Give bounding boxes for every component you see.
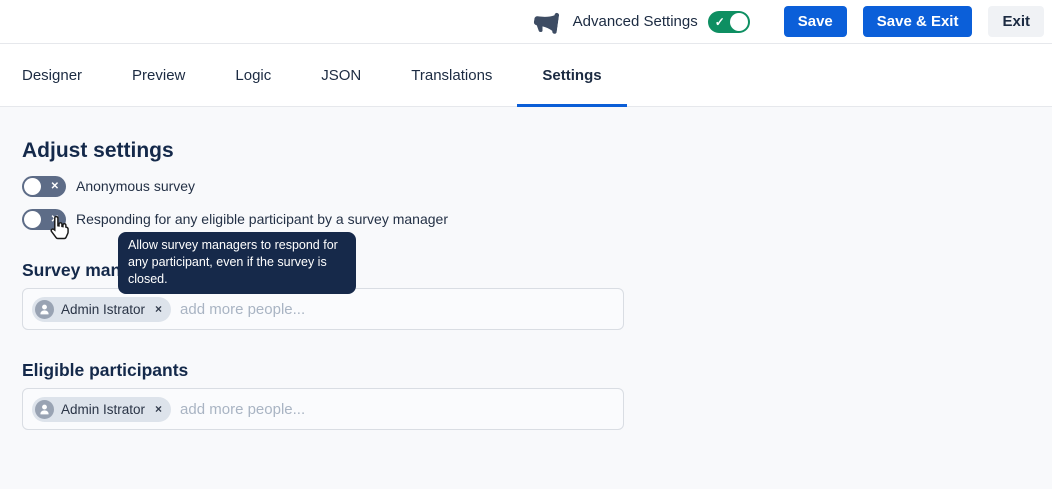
exit-button[interactable]: Exit: [988, 6, 1044, 37]
toggle-knob: [24, 178, 41, 195]
x-icon: ✕: [51, 180, 59, 193]
person-chip: Admin Istrator ×: [32, 297, 171, 322]
tab-json[interactable]: JSON: [296, 44, 386, 106]
eligible-participants-heading: Eligible participants: [22, 360, 1052, 380]
toggle-knob: [730, 13, 748, 31]
check-icon: ✓: [715, 14, 725, 30]
anonymous-survey-label: Anonymous survey: [76, 178, 195, 194]
tab-designer[interactable]: Designer: [0, 44, 107, 106]
advanced-settings-toggle[interactable]: ✓: [708, 11, 750, 33]
anonymous-survey-row: ✕ Anonymous survey: [22, 175, 1052, 197]
tab-translations[interactable]: Translations: [386, 44, 517, 106]
person-name: Admin Istrator: [61, 302, 145, 317]
top-toolbar: Advanced Settings ✓ Save Save & Exit Exi…: [0, 0, 1052, 44]
tab-preview[interactable]: Preview: [107, 44, 210, 106]
person-name: Admin Istrator: [61, 402, 145, 417]
add-people-input[interactable]: [178, 400, 614, 419]
save-and-exit-button[interactable]: Save & Exit: [863, 6, 973, 37]
eligible-participants-input[interactable]: Admin Istrator ×: [22, 388, 624, 430]
toggle-knob: [24, 211, 41, 228]
anonymous-survey-toggle[interactable]: ✕: [22, 176, 66, 197]
tab-logic[interactable]: Logic: [210, 44, 296, 106]
person-chip: Admin Istrator ×: [32, 397, 171, 422]
toggle-tooltip: Allow survey managers to respond for any…: [118, 232, 356, 294]
tab-settings[interactable]: Settings: [517, 44, 626, 106]
advanced-settings-label: Advanced Settings: [573, 13, 698, 30]
manager-responding-toggle[interactable]: ✕: [22, 209, 66, 230]
page-title: Adjust settings: [22, 139, 1052, 163]
add-people-input[interactable]: [178, 300, 614, 319]
tab-bar: Designer Preview Logic JSON Translations…: [0, 44, 1052, 107]
survey-managers-input[interactable]: Admin Istrator ×: [22, 288, 624, 330]
save-button[interactable]: Save: [784, 6, 847, 37]
x-icon: ✕: [51, 213, 59, 226]
megaphone-icon: [531, 7, 561, 37]
person-icon: [35, 400, 54, 419]
remove-person-icon[interactable]: ×: [155, 302, 162, 316]
person-icon: [35, 300, 54, 319]
manager-responding-row: ✕ Responding for any eligible participan…: [22, 208, 1052, 230]
remove-person-icon[interactable]: ×: [155, 402, 162, 416]
manager-responding-label: Responding for any eligible participant …: [76, 211, 448, 227]
active-tab-underline: [517, 104, 626, 107]
